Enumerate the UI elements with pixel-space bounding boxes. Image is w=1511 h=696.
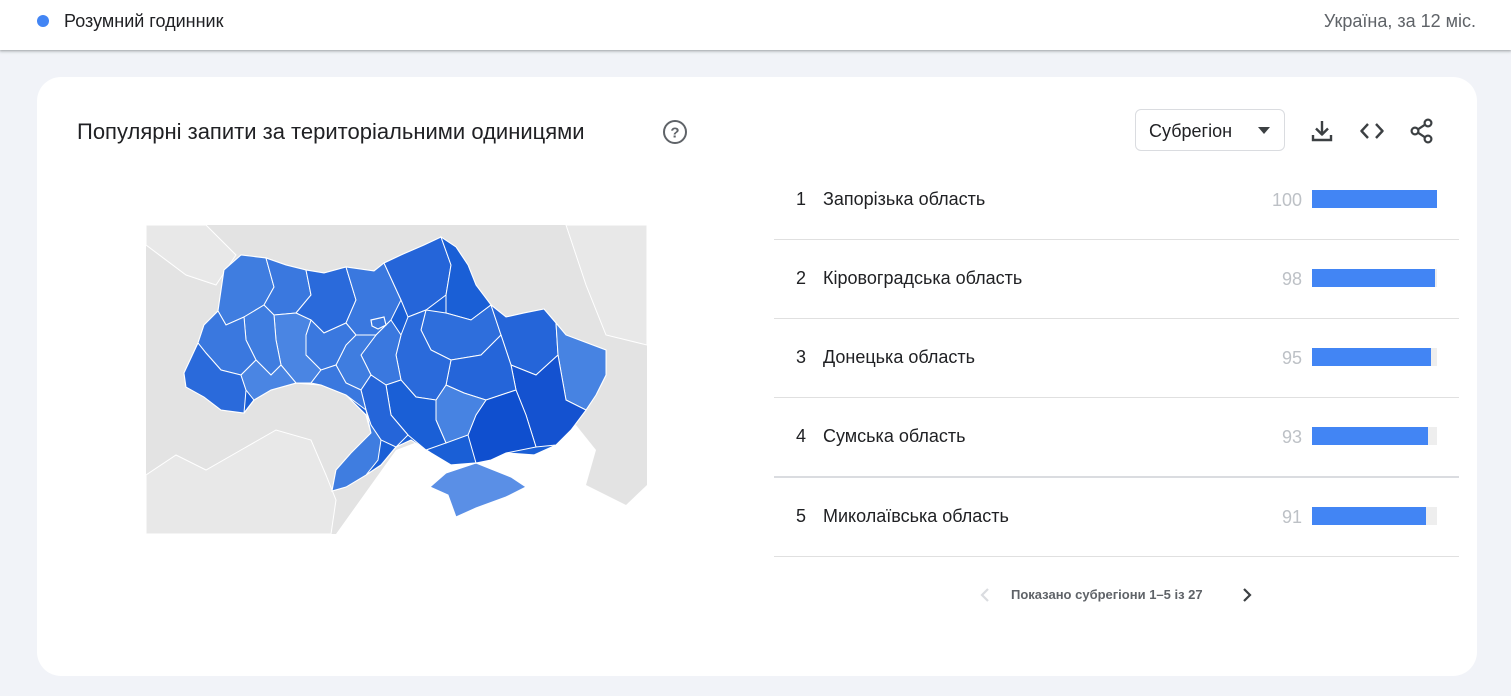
value-bar-fill xyxy=(1312,348,1431,366)
help-circle-icon[interactable]: ? xyxy=(661,118,689,146)
term-color-dot xyxy=(37,15,49,27)
value-bar-track xyxy=(1312,190,1437,208)
value-bar-track xyxy=(1312,507,1437,525)
resolution-select[interactable]: Субрегіон xyxy=(1135,109,1285,151)
region-name: Миколаївська область xyxy=(823,506,1009,526)
embed-code-icon[interactable] xyxy=(1358,117,1386,145)
ukraine-map xyxy=(146,225,647,534)
download-icon[interactable] xyxy=(1308,117,1336,145)
region-value: 91 xyxy=(1281,507,1302,527)
value-bar-track xyxy=(1312,427,1437,445)
pagination: Показано субрегіони 1–5 із 27 xyxy=(977,583,1277,607)
region-value: 98 xyxy=(1281,269,1302,289)
region-name: Сумська область xyxy=(823,426,966,446)
region-name: Запорізька область xyxy=(823,189,986,209)
svg-text:?: ? xyxy=(670,125,679,142)
rank-number: 1 xyxy=(796,189,807,209)
region-name: Кіровоградська область xyxy=(823,268,1023,288)
ranking-row[interactable]: 1 Запорізька область 100 xyxy=(774,161,1459,240)
value-bar-fill xyxy=(1312,507,1426,525)
value-bar-track xyxy=(1312,269,1437,287)
region-map[interactable] xyxy=(146,225,647,534)
rank-number: 4 xyxy=(796,426,807,446)
ranking-row[interactable]: 2 Кіровоградська область 98 xyxy=(774,240,1459,319)
rank-number: 3 xyxy=(796,347,807,367)
share-icon[interactable] xyxy=(1408,117,1436,145)
region-value: 100 xyxy=(1271,190,1302,210)
ranking-row[interactable]: 4 Сумська область 93 xyxy=(774,398,1459,478)
region-ranking-list: 1 Запорізька область 100 2 Кіровоградськ… xyxy=(774,161,1459,557)
ranking-row[interactable]: 3 Донецька область 95 xyxy=(774,319,1459,398)
resolution-select-value: Субрегіон xyxy=(1149,121,1233,141)
region-value: 93 xyxy=(1281,427,1302,447)
caret-down-icon xyxy=(1258,127,1270,134)
pagination-status: Показано субрегіони 1–5 із 27 xyxy=(1011,587,1203,602)
region-name: Донецька область xyxy=(823,347,975,367)
value-bar-fill xyxy=(1312,269,1435,287)
value-bar-fill xyxy=(1312,190,1437,208)
chevron-left-icon[interactable] xyxy=(977,585,993,605)
chevron-right-icon[interactable] xyxy=(1239,585,1255,605)
search-term-label: Розумний годинник xyxy=(64,11,224,31)
region-value: 95 xyxy=(1281,348,1302,368)
rank-number: 5 xyxy=(796,506,807,526)
rank-number: 2 xyxy=(796,268,807,288)
search-term-bar: Розумний годинник Україна, за 12 міс. xyxy=(0,0,1511,50)
ranking-row[interactable]: 5 Миколаївська область 91 xyxy=(774,478,1459,557)
value-bar-fill xyxy=(1312,427,1429,445)
interest-by-region-card: Популярні запити за територіальними один… xyxy=(37,77,1477,676)
card-title: Популярні запити за територіальними один… xyxy=(77,119,585,144)
scope-label[interactable]: Україна, за 12 міс. xyxy=(1324,10,1476,32)
value-bar-track xyxy=(1312,348,1437,366)
